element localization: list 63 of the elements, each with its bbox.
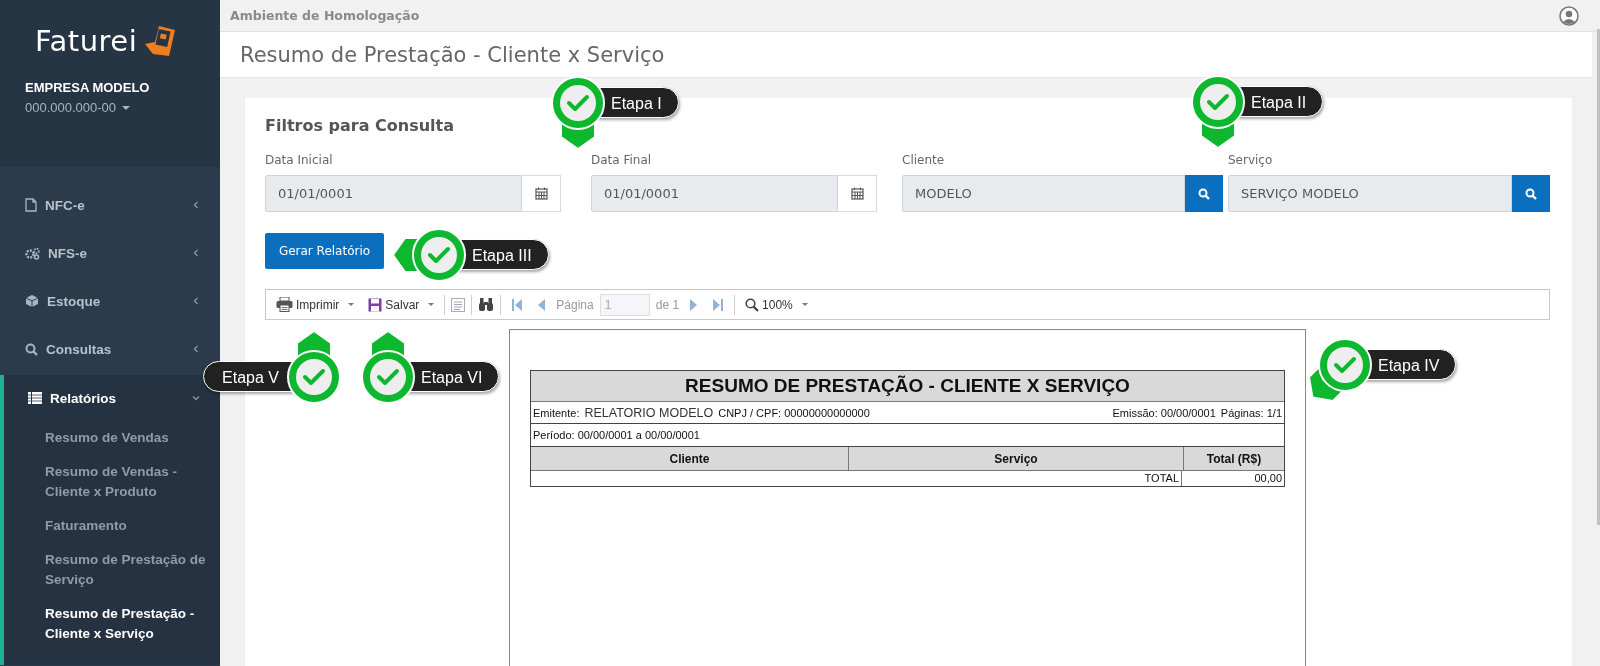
menu-item[interactable]: NFC-e <box>0 181 220 229</box>
page-info: Páginas: 1/1 <box>1220 406 1282 419</box>
document-outline-icon[interactable] <box>451 297 466 312</box>
list-icon <box>28 392 42 404</box>
field-label: Serviço <box>1228 153 1274 169</box>
submenu-item[interactable]: Resumo de Vendas <box>45 421 210 455</box>
field-label: Cliente <box>902 153 946 169</box>
total-label: TOTAL <box>531 471 1182 486</box>
chevron-icon <box>192 345 200 353</box>
column-header: Total (R$) <box>1205 450 1263 468</box>
print-button[interactable]: Imprimir <box>272 292 359 317</box>
calendar-icon <box>534 187 548 200</box>
issuer-label: Emitente: <box>533 406 580 419</box>
zoom-dropdown[interactable]: 100% <box>741 292 812 317</box>
input-field[interactable]: 01/01/0001 <box>265 175 522 212</box>
submenu-item[interactable]: Resumo de Prestação - Cliente x Serviço <box>45 597 210 651</box>
page-title: Resumo de Prestação - Cliente x Serviço <box>240 42 665 67</box>
input-field[interactable]: SERVIÇO MODELO <box>1228 175 1512 212</box>
field-label: Data Final <box>591 153 653 169</box>
menu-item[interactable]: Estoque <box>0 277 220 325</box>
company-id-dropdown[interactable]: 000.000.000-00 <box>25 100 131 115</box>
file-icon <box>25 198 37 212</box>
calendar-icon <box>850 187 864 200</box>
chevron-icon <box>192 297 200 305</box>
cube-icon <box>25 294 39 308</box>
input-field[interactable]: 01/01/0001 <box>591 175 838 212</box>
submenu-item[interactable]: Resumo de Prestação de Serviço <box>45 543 210 597</box>
search-icon <box>1198 187 1210 200</box>
environment-label: Ambiente de Homologação <box>230 8 420 23</box>
chevron-icon <box>192 201 200 209</box>
generate-report-button[interactable]: Gerar Relatório <box>265 233 384 269</box>
chevron-icon <box>192 394 200 402</box>
search-button[interactable] <box>1512 175 1550 212</box>
issuer-name: RELATORIO MODELO <box>584 405 714 420</box>
input-field[interactable]: MODELO <box>902 175 1185 212</box>
search-icon <box>1525 187 1537 200</box>
binoculars-icon[interactable] <box>478 298 495 311</box>
user-avatar-icon[interactable] <box>1559 5 1579 26</box>
total-value: 00,00 <box>1253 471 1283 486</box>
search-icon <box>25 342 38 356</box>
page-label: Página <box>556 297 594 312</box>
field-label: Data Inicial <box>265 153 334 169</box>
printer-icon <box>276 297 293 312</box>
gears-icon <box>25 246 40 260</box>
zoom-icon <box>745 297 760 312</box>
column-header: Cliente <box>531 447 849 470</box>
chevron-icon <box>192 249 200 257</box>
submenu-item[interactable]: Resumo de Vendas - Cliente x Produto <box>45 455 210 509</box>
issue-date: Emissão: 00/00/0001 <box>1112 406 1216 419</box>
period-text: Período: 00/00/0001 a 00/00/0001 <box>533 429 700 441</box>
section-title: Filtros para Consulta <box>265 116 454 135</box>
save-button[interactable]: Salvar <box>364 292 439 317</box>
company-name: EMPRESA MODELO <box>25 80 151 95</box>
column-header: Serviço <box>849 447 1184 470</box>
calendar-button[interactable] <box>838 175 877 212</box>
calendar-button[interactable] <box>522 175 561 212</box>
submenu-item[interactable]: Faturamento <box>45 509 210 543</box>
search-button[interactable] <box>1185 175 1223 212</box>
tax-id: CNPJ / CPF: 00000000000000 <box>718 406 870 419</box>
menu-item[interactable]: NFS-e <box>0 229 220 277</box>
report-title: RESUMO DE PRESTAÇÃO - CLIENTE X SERVIÇO <box>531 371 1284 402</box>
page-count: de 1 <box>655 297 680 312</box>
logo-text: Faturei <box>35 24 138 58</box>
